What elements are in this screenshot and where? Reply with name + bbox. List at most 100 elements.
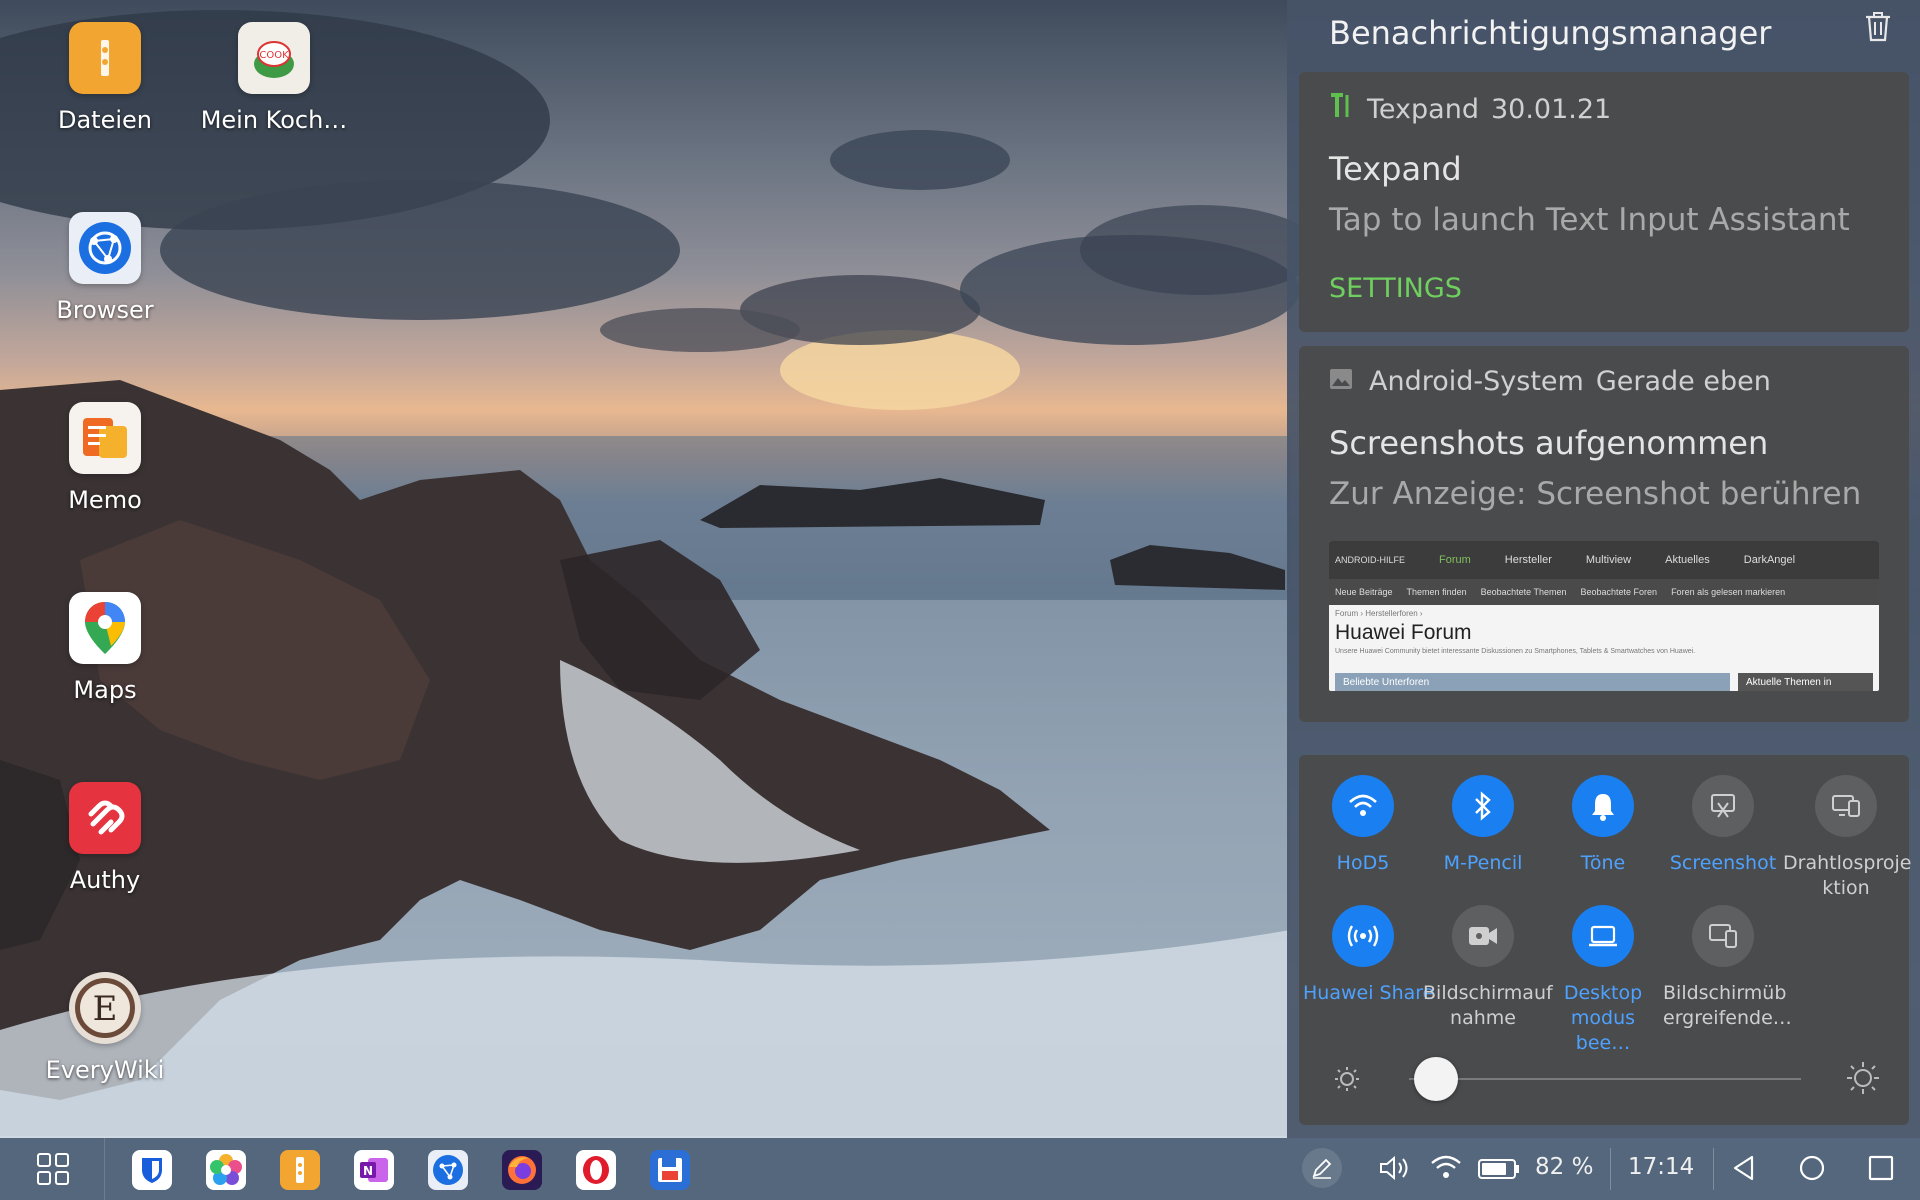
svg-text:COOK: COOK <box>259 50 289 61</box>
preview-subnav-item: Beobachtete Foren <box>1580 587 1658 597</box>
svg-text:E: E <box>93 989 118 1029</box>
app-drawer-icon[interactable] <box>36 1152 70 1190</box>
qs-huawei-share[interactable]: Huawei Share <box>1303 905 1435 1006</box>
notification-app-name: Texpand <box>1367 94 1479 125</box>
desktop-icon-browser[interactable]: Browser <box>20 212 190 324</box>
preview-subnav-item: Themen finden <box>1406 587 1467 597</box>
quick-settings-panel: HoD5 M-Pencil Töne Screenshot Drahtlospr… <box>1299 755 1912 1125</box>
desktop-icon-label: Mein Koch… <box>200 106 348 134</box>
bell-icon <box>1572 775 1634 837</box>
desktop-icon-label: Dateien <box>57 106 152 134</box>
qs-wireless-projection[interactable]: Drahtlosproje ktion <box>1783 775 1912 901</box>
folder-icon <box>69 22 141 94</box>
browser-icon[interactable] <box>428 1150 468 1190</box>
desktop-icon-memo[interactable]: Memo <box>20 402 190 514</box>
qs-label: HoD5 <box>1336 852 1390 874</box>
brightness-slider-track[interactable] <box>1409 1078 1801 1080</box>
trash-icon[interactable] <box>1863 10 1893 42</box>
multi-screen-icon <box>1692 905 1754 967</box>
desktop-icon-maps[interactable]: Maps <box>20 592 190 704</box>
qs-label: Desktop modus bee… <box>1563 982 1643 1054</box>
opera-icon[interactable] <box>576 1150 616 1190</box>
qs-bluetooth[interactable]: M-Pencil <box>1423 775 1543 876</box>
panel-title: Benachrichtigungsmanager <box>1329 14 1772 52</box>
desktop-icon-mein-kochbuch[interactable]: COOK Mein Koch… <box>189 22 359 134</box>
qs-multi-screen[interactable]: Bildschirmüb ergreifende… <box>1663 905 1792 1031</box>
preview-breadcrumb: Forum › Herstellerforen › <box>1335 609 1423 618</box>
authy-icon <box>69 782 141 854</box>
notification-card-texpand[interactable]: Texpand 30.01.21 Texpand Tap to launch T… <box>1299 72 1909 332</box>
qs-label: Drahtlosproje ktion <box>1783 852 1912 899</box>
notification-card-android-system[interactable]: Android-System Gerade eben Screenshots a… <box>1299 346 1909 722</box>
qs-label: Huawei Share <box>1303 982 1435 1004</box>
wifi-icon <box>1332 775 1394 837</box>
clock[interactable]: 17:14 <box>1628 1154 1694 1180</box>
photos-icon[interactable] <box>206 1150 246 1190</box>
home-icon[interactable] <box>1798 1154 1826 1186</box>
wireless-projection-icon <box>1815 775 1877 837</box>
maps-pin-icon <box>69 592 141 664</box>
qs-label: Töne <box>1580 852 1626 874</box>
desktop-icon-label: Authy <box>69 866 141 894</box>
desktop-icon-everywiki[interactable]: E EveryWiki <box>20 972 190 1084</box>
bluetooth-icon <box>1452 775 1514 837</box>
preview-tab: Aktuelle Themen in <box>1738 673 1873 691</box>
screen-record-icon <box>1452 905 1514 967</box>
cookmate-icon: COOK <box>238 22 310 94</box>
qs-sounds[interactable]: Töne <box>1543 775 1663 876</box>
volume-icon[interactable] <box>1378 1154 1410 1186</box>
notification-title: Screenshots aufgenommen <box>1329 424 1769 462</box>
preview-subnav: Neue Beiträge Themen finden Beobachtete … <box>1329 579 1879 605</box>
save-icon[interactable] <box>650 1150 690 1190</box>
qs-desktop-mode[interactable]: Desktop modus bee… <box>1543 905 1663 1056</box>
wifi-status-icon[interactable] <box>1430 1154 1462 1184</box>
preview-heading: Huawei Forum <box>1335 621 1472 644</box>
desktop-icon-label: Memo <box>68 486 142 514</box>
taskbar: N 82 % 17:14 <box>0 1138 1920 1200</box>
battery-icon[interactable] <box>1478 1158 1520 1184</box>
onenote-icon[interactable]: N <box>354 1150 394 1190</box>
bitwarden-icon[interactable] <box>132 1150 172 1190</box>
battery-percentage: 82 % <box>1535 1154 1594 1180</box>
notification-panel: Benachrichtigungsmanager Texpand 30.01.2… <box>1287 0 1920 1138</box>
notification-app-name: Android-System <box>1369 366 1584 397</box>
svg-text:N: N <box>363 1164 373 1178</box>
desktop-icon-dateien[interactable]: Dateien <box>20 22 190 134</box>
screenshot-preview[interactable]: ANDROID-HILFE Forum Hersteller Multiview… <box>1329 541 1879 691</box>
qs-screenshot[interactable]: Screenshot <box>1663 775 1783 876</box>
pen-icon[interactable] <box>1302 1148 1342 1188</box>
preview-nav-item: Forum <box>1439 554 1471 566</box>
back-icon[interactable] <box>1730 1154 1758 1186</box>
notification-time: Gerade eben <box>1595 366 1771 397</box>
desktop-icon-label: Browser <box>56 296 154 324</box>
qs-label: Bildschirmauf nahme <box>1423 982 1553 1029</box>
preview-logo: ANDROID-HILFE <box>1335 555 1406 565</box>
brightness-high-icon <box>1845 1060 1881 1100</box>
preview-subnav-item: Foren als gelesen markieren <box>1671 587 1786 597</box>
files-icon[interactable] <box>280 1150 320 1190</box>
qs-label: Bildschirmüb ergreifende… <box>1663 982 1792 1029</box>
preview-nav-item: Hersteller <box>1504 554 1552 566</box>
browser-globe-icon <box>69 212 141 284</box>
settings-action-button[interactable]: SETTINGS <box>1329 273 1462 304</box>
qs-wifi[interactable]: HoD5 <box>1303 775 1423 876</box>
image-icon <box>1329 366 1353 397</box>
desktop-icon-authy[interactable]: Authy <box>20 782 190 894</box>
qs-label: Screenshot <box>1669 852 1777 874</box>
preview-subnav-item: Beobachtete Themen <box>1480 587 1567 597</box>
desktop-icon-label: Maps <box>73 676 137 704</box>
texpand-app-icon <box>1329 92 1351 127</box>
screenshot-icon <box>1692 775 1754 837</box>
recent-apps-icon[interactable] <box>1868 1155 1894 1185</box>
desktop-mode-icon <box>1572 905 1634 967</box>
memo-icon <box>69 402 141 474</box>
qs-label: M-Pencil <box>1443 852 1523 874</box>
firefox-icon[interactable] <box>502 1150 542 1190</box>
notification-header: Android-System Gerade eben <box>1329 366 1771 397</box>
notification-title: Texpand <box>1329 150 1462 188</box>
qs-screen-record[interactable]: Bildschirmauf nahme <box>1423 905 1553 1031</box>
taskbar-divider <box>1610 1148 1611 1190</box>
notification-body: Zur Anzeige: Screenshot berühren <box>1329 476 1862 512</box>
brightness-slider-thumb[interactable] <box>1414 1057 1459 1101</box>
preview-nav-item: DarkAngel <box>1743 554 1796 566</box>
